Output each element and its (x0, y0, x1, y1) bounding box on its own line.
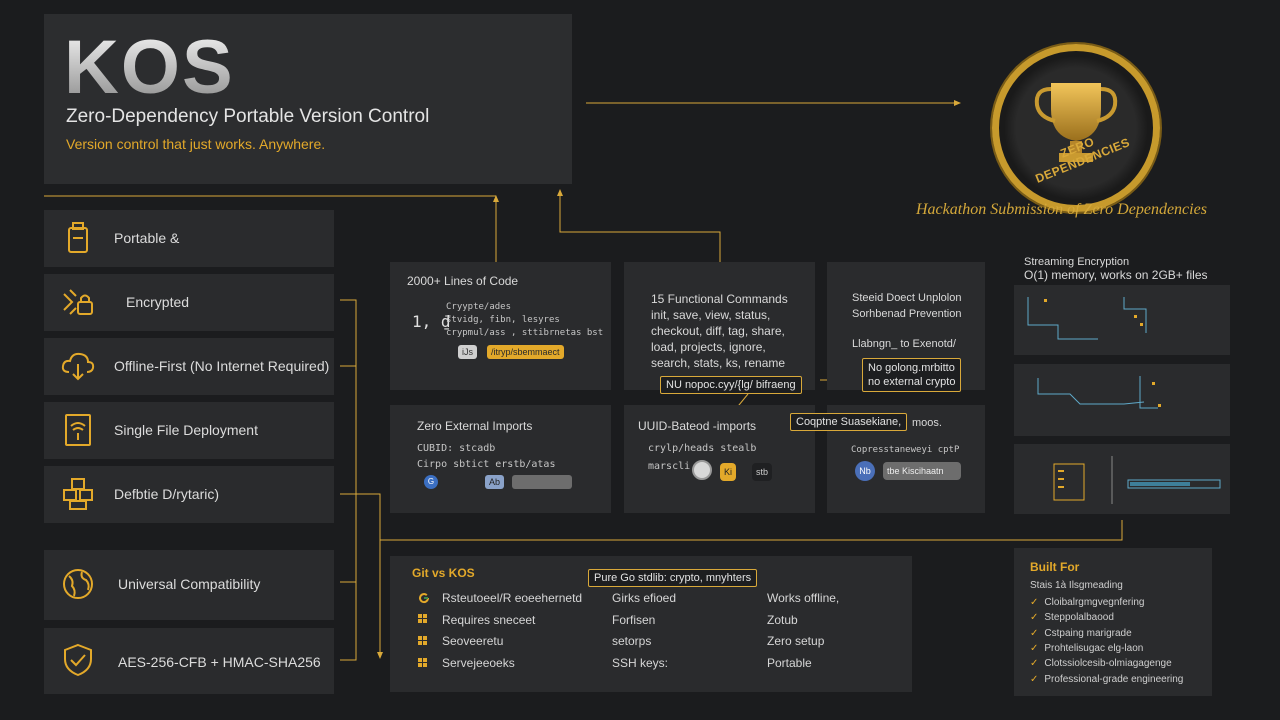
subtitle: Zero-Dependency Portable Version Control (66, 106, 430, 127)
comparison-panel: Git vs KOS Pure Go stdlib: crypto, mnyht… (390, 556, 912, 692)
document-wifi-icon (65, 414, 91, 446)
card-title: UUID-Bateod -imports (638, 419, 757, 433)
compare-title: Git vs KOS (412, 566, 475, 580)
tag-pill: Ki (720, 463, 737, 481)
callout-pure-go: Pure Go stdlib: crypto, mnyhters (588, 569, 758, 587)
status-dot: G (424, 475, 438, 489)
tagline: Version control that just works. Anywher… (66, 136, 326, 152)
graph-panel-3 (1014, 444, 1230, 514)
feature-portable: Portable & (44, 210, 334, 267)
feature-single-file: Single File Deployment (44, 402, 334, 459)
feature-label: Single File Deployment (114, 422, 258, 438)
check-icon: ✓ (1030, 612, 1039, 623)
usb-drive-icon (68, 222, 88, 253)
graph-panel-2 (1014, 364, 1230, 436)
check-icon: ✓ (1030, 628, 1039, 639)
globe-icon (63, 569, 93, 599)
feature-label: Universal Compatibility (118, 576, 261, 592)
windows-icon (418, 614, 427, 623)
feature-label: Offline-First (No Internet Required) (114, 358, 330, 374)
card-uuid: UUID-Bateod -imports crylp/heads stealb … (624, 405, 815, 513)
list-item: ✓ Cstpaing marigrade (1030, 628, 1132, 639)
callout-compress: Coqptne Suasekiane, (790, 413, 908, 431)
windows-icon (418, 636, 427, 645)
feature-label: Portable & (114, 230, 180, 246)
feature-label: Defbtie D/rytaric) (114, 486, 220, 502)
graph-plot (1027, 297, 1147, 340)
check-icon: ✓ (1030, 674, 1039, 685)
callout-no-golang: No golong.mrbitto no external crypto (862, 358, 962, 392)
graph-plot (1037, 376, 1161, 409)
cloud-offline-icon (61, 352, 95, 381)
code-glyph: 1, ₫ (412, 312, 451, 331)
tag-pill-empty (512, 475, 572, 489)
blocks-icon (63, 478, 93, 510)
status-dot (692, 460, 712, 480)
windows-icon (418, 658, 427, 667)
tag-pill: stb (752, 463, 773, 481)
tag-pill: iJs (458, 345, 477, 359)
header-panel: KOS Zero-Dependency Portable Version Con… (44, 14, 572, 184)
list-item: ✓ Steppolalbaood (1030, 612, 1114, 623)
status-dot: Nb (855, 461, 875, 481)
card-lines-of-code: 2000+ Lines of Code 1, ₫ Cryypte/ades st… (390, 262, 611, 390)
graphs-subtitle: O(1) memory, works on 2GB+ files (1024, 268, 1208, 282)
logo: KOS (64, 25, 235, 110)
check-icon: ✓ (1030, 643, 1039, 654)
tag-pill: Ab (485, 475, 505, 489)
check-icon: ✓ (1030, 658, 1039, 669)
feature-label: AES-256-CFB + HMAC-SHA256 (118, 654, 321, 670)
built-for-title: Built For (1030, 560, 1080, 574)
built-for-panel: Built For Stais 1à Ilsgmeading ✓ Cloibalr… (1014, 548, 1212, 696)
card-imports: Zero External Imports CUBID: stcadb Cirp… (390, 405, 611, 513)
lock-icon (63, 289, 93, 315)
graph-plot (1053, 456, 1221, 504)
card-title: 15 Functional Commands (651, 292, 788, 306)
hackathon-caption: Hackathon Submission of Zero Dependencie… (916, 201, 1207, 218)
graph-panel-1 (1014, 285, 1230, 355)
feature-universal: Universal Compatibility (44, 550, 334, 620)
feature-encrypted: Encrypted (44, 274, 334, 331)
feature-label: Encrypted (126, 294, 190, 310)
list-item: ✓ Prohtelisugac elg-laon (1030, 643, 1144, 654)
google-icon (419, 593, 430, 604)
graphs-title: Streaming Encryption (1024, 256, 1130, 268)
shield-check-icon (64, 643, 92, 677)
card-title: 2000+ Lines of Code (407, 274, 519, 288)
feature-modular: Defbtie D/rytaric) (44, 466, 334, 523)
feature-encryption-spec: AES-256-CFB + HMAC-SHA256 (44, 628, 334, 694)
list-item: ✓ Clotssiolcesib-olmiagagenge (1030, 658, 1172, 669)
callout-lib: NU nopoc.cyy/{lg/ bifraeng (660, 376, 802, 394)
card-commands: 15 Functional Commands init, save, view,… (624, 262, 815, 390)
check-icon: ✓ (1030, 597, 1039, 608)
card-title: Zero External Imports (417, 419, 533, 433)
list-item: ✓ Professional-grade engineering (1030, 674, 1184, 685)
tag-pill: /itryp/sbemmaect (487, 345, 564, 359)
list-item: ✓ Cloibalrgmgvegnfering (1030, 597, 1145, 608)
feature-offline: Offline-First (No Internet Required) (44, 338, 334, 395)
tag-pill: tbe Kiscihaatn (883, 462, 961, 480)
